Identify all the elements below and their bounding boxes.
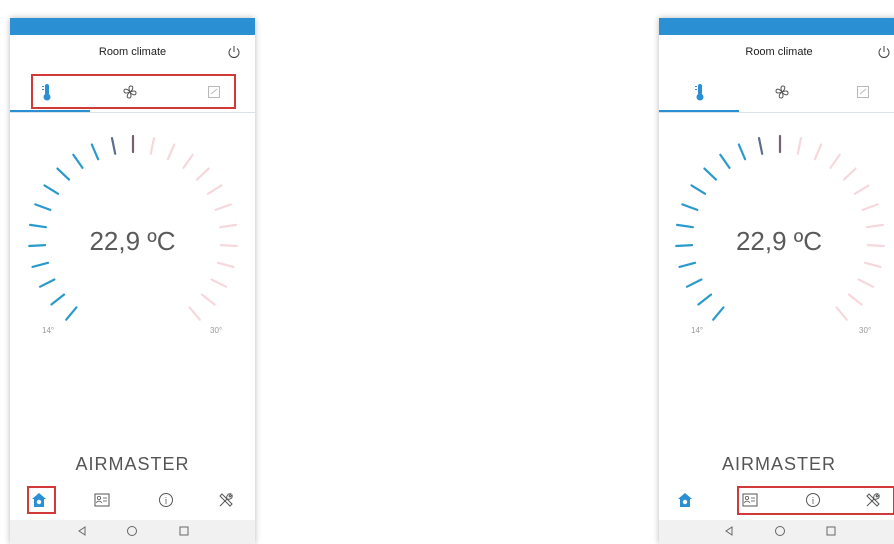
gauge-tick: [857, 278, 874, 288]
power-icon[interactable]: [877, 45, 891, 59]
svg-text:i: i: [165, 496, 168, 506]
power-icon[interactable]: [227, 45, 241, 59]
gauge-tick: [686, 278, 703, 288]
brand-logo-text: AIRMASTER: [721, 454, 836, 474]
highlight-tab-bar: [31, 74, 236, 109]
gauge-tick: [206, 184, 223, 195]
gauge-max-label: 30°: [210, 326, 223, 335]
phone-screen-left: Room climate 22,9 ºC 14° 30° AIRMASTER i: [10, 18, 255, 544]
gauge-tick: [34, 203, 52, 212]
gauge-tick: [842, 167, 857, 181]
gauge-tick: [166, 143, 176, 161]
gauge-max-label: 30°: [859, 326, 872, 335]
gauge-tick: [90, 143, 100, 161]
tabs-divider: [10, 112, 255, 113]
gauge-tick: [39, 278, 56, 288]
tabs-divider: [659, 112, 894, 113]
gauge-tick: [678, 261, 697, 268]
gauge-tick: [690, 184, 707, 195]
gauge-tick: [829, 153, 841, 170]
temperature-readout: 22,9 ºC: [89, 226, 176, 256]
gauge-tick: [200, 293, 216, 306]
gauge-tick: [216, 261, 235, 268]
gauge-tick: [863, 261, 882, 268]
tab-bar: [659, 76, 894, 114]
screen-title: Room climate: [745, 46, 813, 58]
brand-logo-text: AIRMASTER: [75, 454, 190, 474]
recents-icon[interactable]: [178, 525, 190, 537]
gauge-tick: [195, 167, 210, 181]
tab-notes[interactable]: [851, 80, 875, 104]
gauge-tick: [214, 203, 232, 212]
gauge-tick: [697, 293, 713, 306]
gauge-tick: [50, 293, 66, 306]
gauge-tick: [65, 306, 78, 321]
gauge-tick: [681, 203, 699, 212]
fan-icon: [775, 85, 789, 99]
gauge-tick: [712, 306, 725, 321]
gauge-tick: [757, 137, 764, 155]
gauge-tick: [796, 137, 803, 155]
gauge-tick: [182, 153, 194, 170]
gauge-tick: [188, 306, 201, 321]
nav-info[interactable]: i: [152, 486, 180, 514]
gauge-tick: [813, 143, 823, 161]
gauge-tick: [72, 153, 84, 170]
thermometer-icon: [695, 84, 704, 101]
screen-title: Room climate: [98, 46, 167, 58]
gauge-tick: [149, 137, 156, 155]
status-bar: [10, 18, 255, 35]
contact-card-icon: [94, 493, 110, 507]
gauge-tick: [703, 167, 718, 181]
home-icon: [678, 493, 692, 507]
gauge-min-label: 14°: [42, 326, 55, 335]
gauge-tick: [210, 278, 227, 288]
back-icon[interactable]: [76, 525, 88, 537]
note-icon: [857, 86, 869, 98]
gauge-tick: [847, 293, 863, 306]
home-system-icon[interactable]: [126, 525, 138, 537]
gauge-min-label: 14°: [691, 326, 704, 335]
temperature-readout: 22,9 ºC: [735, 226, 823, 256]
back-icon[interactable]: [723, 525, 735, 537]
gauge-tick: [737, 143, 747, 161]
nav-home[interactable]: [671, 486, 699, 514]
gauge-tick: [719, 153, 731, 170]
gauge-tick: [861, 203, 879, 212]
recents-icon[interactable]: [825, 525, 837, 537]
gauge-tick: [110, 137, 117, 155]
status-bar: [659, 18, 894, 35]
gauge-tick: [835, 306, 848, 321]
gauge-tick: [853, 184, 870, 195]
system-navigation-bar: [659, 520, 894, 544]
gauge-tick: [31, 261, 50, 268]
tools-icon: [219, 493, 233, 507]
highlight-home-button: [27, 486, 56, 514]
gauge-tick: [43, 184, 60, 195]
home-system-icon[interactable]: [774, 525, 786, 537]
info-icon: i: [159, 493, 173, 507]
nav-contact[interactable]: [88, 486, 116, 514]
highlight-secondary-nav: [737, 486, 894, 515]
tab-temperature[interactable]: [688, 80, 712, 104]
nav-tools[interactable]: [212, 486, 240, 514]
system-navigation-bar: [10, 520, 255, 544]
tab-ventilation[interactable]: [770, 80, 794, 104]
gauge-tick: [56, 167, 71, 181]
phone-screen-right: Room climate 22,9 ºC 14° 30° AIRMASTER i: [659, 18, 894, 544]
